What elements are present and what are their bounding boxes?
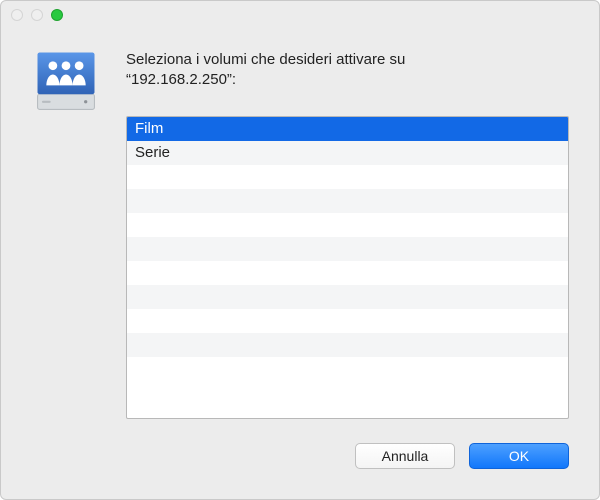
dialog-content: Seleziona i volumi che desideri attivare… (31, 46, 569, 479)
volume-row (127, 333, 568, 357)
window-close-button[interactable] (11, 9, 23, 21)
network-drive-icon (31, 46, 101, 116)
dialog-window: Seleziona i volumi che desideri attivare… (0, 0, 600, 500)
volume-row (127, 285, 568, 309)
volume-row (127, 237, 568, 261)
button-bar: Annulla OK (355, 443, 569, 469)
prompt-line-1: Seleziona i volumi che desideri attivare… (126, 51, 405, 68)
prompt-text: Seleziona i volumi che desideri attivare… (126, 50, 569, 91)
window-zoom-button[interactable] (51, 9, 63, 21)
volume-row[interactable]: Serie (127, 141, 568, 165)
volume-row (127, 357, 568, 381)
volume-name: Film (135, 120, 163, 137)
prompt-line-2: “192.168.2.250”: (126, 71, 236, 88)
volume-row[interactable]: Film (127, 117, 568, 141)
volume-row (127, 309, 568, 333)
ok-button[interactable]: OK (469, 443, 569, 469)
volume-row (127, 165, 568, 189)
volume-row (127, 189, 568, 213)
volume-row (127, 213, 568, 237)
volume-list[interactable]: Film Serie (126, 116, 569, 419)
volume-row (127, 261, 568, 285)
titlebar (1, 1, 599, 29)
volume-name: Serie (135, 144, 170, 161)
cancel-button[interactable]: Annulla (355, 443, 455, 469)
window-minimize-button[interactable] (31, 9, 43, 21)
